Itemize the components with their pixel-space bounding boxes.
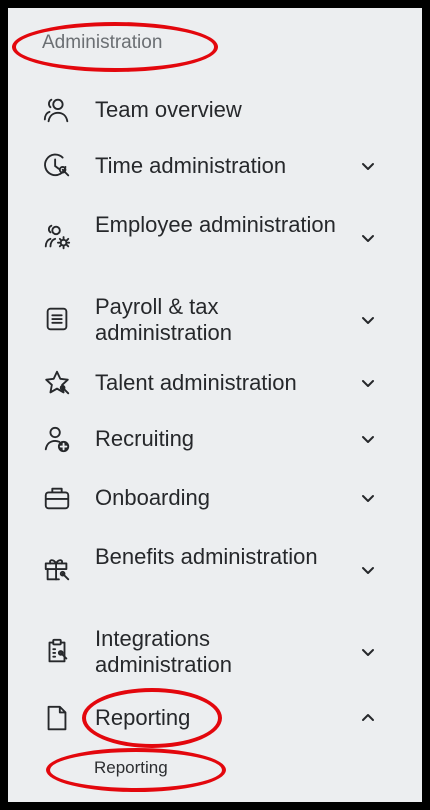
sidebar-item-label: Employee administration: [95, 212, 336, 237]
sidebar-item-integrations-administration[interactable]: Integrations administration: [8, 620, 422, 682]
chevron-down-icon[interactable]: [360, 312, 376, 328]
sidebar-item-label: Payroll & tax administration: [95, 294, 232, 345]
sidebar-item-reporting[interactable]: Reporting: [8, 698, 422, 738]
sidebar-item-label: Recruiting: [95, 426, 195, 451]
sidebar-item-onboarding[interactable]: Onboarding: [8, 478, 422, 518]
sidebar-item-label: Reporting: [95, 705, 191, 730]
reporting-icon: [40, 701, 74, 735]
section-title: Administration: [42, 32, 163, 53]
chevron-down-icon[interactable]: [360, 375, 376, 391]
chevron-down-icon[interactable]: [360, 644, 376, 660]
sidebar-item-label: Talent administration: [95, 370, 297, 395]
chevron-up-icon[interactable]: [360, 710, 376, 726]
talent-icon: [40, 366, 74, 400]
sidebar-item-label: Integrations administration: [95, 626, 232, 677]
sidebar-item-team-overview[interactable]: Team overview: [8, 90, 422, 130]
chevron-down-icon[interactable]: [360, 230, 376, 246]
payroll-icon: [40, 302, 74, 336]
chevron-down-icon[interactable]: [360, 431, 376, 447]
sidebar-item-recruiting[interactable]: Recruiting: [8, 419, 422, 459]
admin-sidebar: Administration Team overview Time admini…: [8, 8, 422, 802]
sidebar-item-employee-administration[interactable]: Employee administration: [8, 206, 422, 268]
recruiting-icon: [40, 422, 74, 456]
sidebar-item-label: Team overview: [95, 97, 242, 122]
sidebar-item-talent-administration[interactable]: Talent administration: [8, 363, 422, 403]
sidebar-item-benefits-administration[interactable]: Benefits administration: [8, 538, 422, 600]
sidebar-subitem-reporting[interactable]: Reporting: [94, 758, 168, 778]
benefits-icon: [40, 552, 74, 586]
team-icon: [40, 93, 74, 127]
sidebar-item-label: Benefits administration: [95, 544, 318, 569]
time-admin-icon: [40, 149, 74, 183]
sidebar-item-time-administration[interactable]: Time administration: [8, 146, 422, 186]
chevron-down-icon[interactable]: [360, 158, 376, 174]
chevron-down-icon[interactable]: [360, 490, 376, 506]
onboarding-icon: [40, 481, 74, 515]
sidebar-item-label: Time administration: [95, 153, 287, 178]
employee-admin-icon: [40, 220, 74, 254]
chevron-down-icon[interactable]: [360, 562, 376, 578]
integrations-icon: [40, 634, 74, 668]
sidebar-item-payroll-tax-administration[interactable]: Payroll & tax administration: [8, 288, 422, 350]
sidebar-item-label: Onboarding: [95, 485, 210, 510]
